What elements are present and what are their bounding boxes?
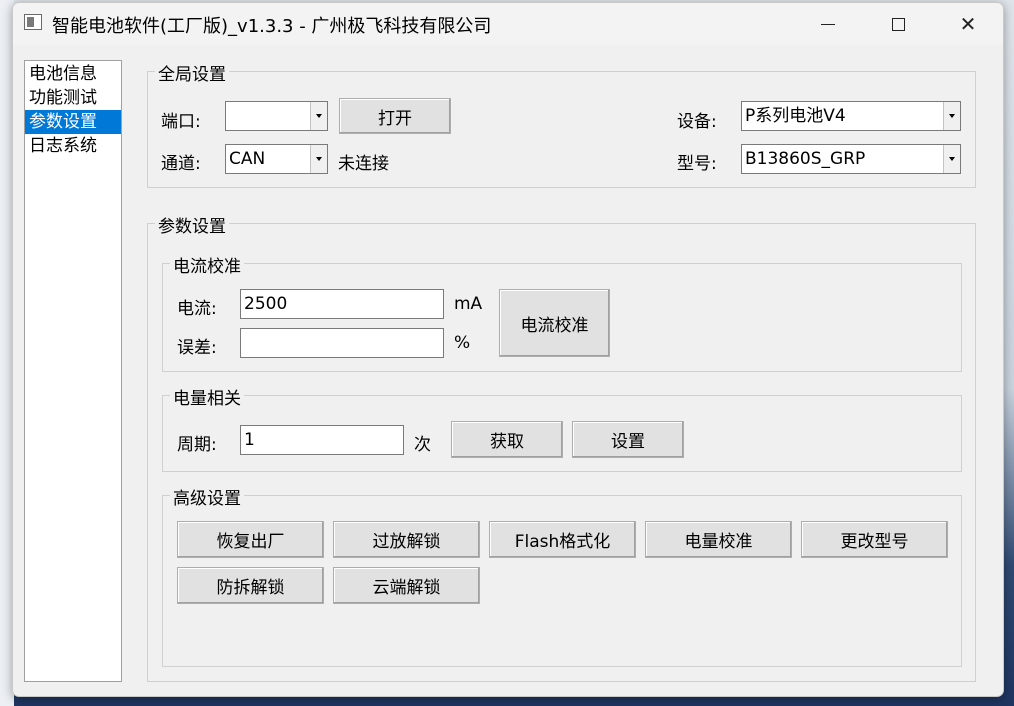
nav-item-function-test[interactable]: 功能测试 (25, 86, 121, 110)
param-settings-title: 参数设置 (155, 212, 229, 237)
model-value: B13860S_GRP (745, 149, 866, 169)
chevron-down-icon (310, 102, 327, 130)
nav-list: 电池信息 功能测试 参数设置 日志系统 (24, 60, 122, 682)
model-select[interactable]: B13860S_GRP (741, 144, 961, 174)
capacity-calibrate-button[interactable]: 电量校准 (645, 521, 792, 558)
maximize-button[interactable] (875, 3, 921, 45)
open-button[interactable]: 打开 (339, 98, 451, 134)
error-unit: % (454, 333, 471, 353)
current-input[interactable]: 2500 (240, 289, 444, 319)
set-button[interactable]: 设置 (572, 421, 684, 458)
minimize-button[interactable] (805, 3, 851, 45)
app-icon (24, 14, 42, 30)
close-icon: ✕ (959, 12, 977, 36)
chevron-down-icon (943, 102, 960, 130)
channel-value: CAN (229, 149, 266, 169)
chevron-down-icon (310, 145, 327, 173)
cycle-label: 周期: (177, 435, 217, 455)
port-select[interactable] (225, 101, 328, 131)
global-settings-title: 全局设置 (155, 60, 229, 85)
channel-label: 通道: (161, 154, 201, 174)
current-label: 电流: (177, 299, 217, 319)
maximize-icon (891, 17, 905, 31)
nav-item-battery-info[interactable]: 电池信息 (25, 62, 121, 86)
window-title: 智能电池软件(工厂版)_v1.3.3 - 广州极飞科技有限公司 (52, 16, 492, 37)
capacity-title: 电量相关 (170, 384, 244, 409)
error-input[interactable] (240, 328, 444, 358)
cycle-unit: 次 (414, 435, 431, 455)
factory-reset-button[interactable]: 恢复出厂 (177, 521, 324, 558)
model-label: 型号: (677, 154, 717, 174)
device-select[interactable]: P系列电池V4 (741, 101, 961, 131)
chevron-down-icon (943, 145, 960, 173)
get-button[interactable]: 获取 (451, 421, 563, 458)
nav-item-log-system[interactable]: 日志系统 (25, 134, 121, 158)
flash-format-button[interactable]: Flash格式化 (489, 521, 636, 558)
over-discharge-unlock-button[interactable]: 过放解锁 (333, 521, 480, 558)
port-label: 端口: (161, 112, 201, 132)
minimize-icon (821, 23, 835, 25)
current-calibration-title: 电流校准 (170, 252, 244, 277)
advanced-settings-title: 高级设置 (170, 484, 244, 509)
current-calibrate-button[interactable]: 电流校准 (499, 289, 610, 357)
close-button[interactable]: ✕ (945, 3, 991, 45)
title-bar: 智能电池软件(工厂版)_v1.3.3 - 广州极飞科技有限公司 ✕ (13, 3, 1003, 45)
connection-status: 未连接 (338, 154, 389, 174)
cycle-input[interactable]: 1 (240, 425, 404, 455)
nav-item-param-settings[interactable]: 参数设置 (25, 110, 121, 134)
device-label: 设备: (677, 112, 717, 132)
device-value: P系列电池V4 (745, 106, 846, 126)
error-label: 误差: (177, 338, 217, 358)
change-model-button[interactable]: 更改型号 (801, 521, 948, 558)
current-unit: mA (454, 294, 483, 314)
cloud-unlock-button[interactable]: 云端解锁 (333, 567, 480, 604)
anti-tamper-unlock-button[interactable]: 防拆解锁 (177, 567, 324, 604)
channel-select[interactable]: CAN (225, 144, 328, 174)
app-window: 智能电池软件(工厂版)_v1.3.3 - 广州极飞科技有限公司 ✕ 电池信息 功… (12, 2, 1004, 697)
